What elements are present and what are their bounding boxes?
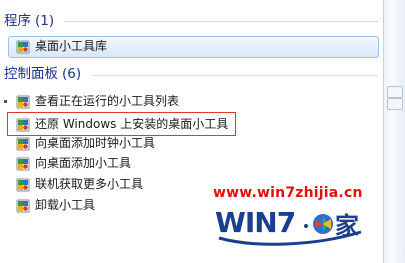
- svg-text:WIN7: WIN7: [215, 206, 295, 239]
- scroll-down-button[interactable]: [387, 98, 403, 110]
- control-panel-divider: [92, 75, 378, 76]
- result-item-get-more-gadgets[interactable]: 联机获取更多小工具: [16, 175, 143, 194]
- scroll-strip[interactable]: [383, 0, 405, 263]
- result-item-add-clock-gadget[interactable]: 向桌面添加时钟小工具: [16, 134, 155, 153]
- svg-text:家: 家: [335, 212, 359, 240]
- control-panel-header-label: 控制面板: [4, 66, 58, 82]
- scroll-up-button[interactable]: [387, 86, 403, 98]
- result-item-label: 桌面小工具库: [35, 39, 108, 53]
- gadget-icon: [16, 95, 30, 109]
- result-item-add-gadgets[interactable]: 向桌面添加小工具: [16, 154, 131, 173]
- watermark-logo: WIN7 家: [215, 202, 365, 246]
- result-item-gadget-gallery-content[interactable]: 桌面小工具库: [16, 37, 107, 56]
- result-item-label: 卸载小工具: [35, 198, 96, 212]
- programs-count: (1): [35, 13, 55, 29]
- result-item-label: 查看正在运行的小工具列表: [35, 94, 180, 108]
- result-item-view-running-gadgets[interactable]: 查看正在运行的小工具列表: [16, 92, 179, 111]
- gadget-icon: [16, 199, 30, 213]
- programs-divider: [64, 21, 378, 22]
- programs-header: 程序 (1): [4, 12, 54, 30]
- start-search-results: 程序 (1) 桌面小工具库 控制面板 (6) 查看正在运行的小工具列表 还原 W…: [0, 0, 383, 263]
- result-item-uninstall-gadget[interactable]: 卸载小工具: [16, 196, 95, 215]
- result-item-label: 向桌面添加时钟小工具: [35, 136, 156, 150]
- programs-header-label: 程序: [4, 13, 31, 29]
- result-item-label: 联机获取更多小工具: [35, 177, 144, 191]
- gadget-icon: [16, 178, 30, 192]
- gadget-icon: [16, 157, 30, 171]
- result-item-label: 还原 Windows 上安装的桌面小工具: [35, 117, 229, 131]
- control-panel-header: 控制面板 (6): [4, 65, 81, 83]
- result-item-restore-gadgets[interactable]: 还原 Windows 上安装的桌面小工具: [16, 115, 228, 134]
- control-panel-count: (6): [62, 66, 82, 82]
- gadget-icon: [16, 137, 30, 151]
- result-item-label: 向桌面添加小工具: [35, 156, 132, 170]
- bullet-dot: [4, 100, 7, 103]
- gadget-icon: [16, 118, 30, 132]
- gadget-icon: [16, 40, 30, 54]
- watermark-url: www.win7zhijia.cn: [213, 185, 363, 201]
